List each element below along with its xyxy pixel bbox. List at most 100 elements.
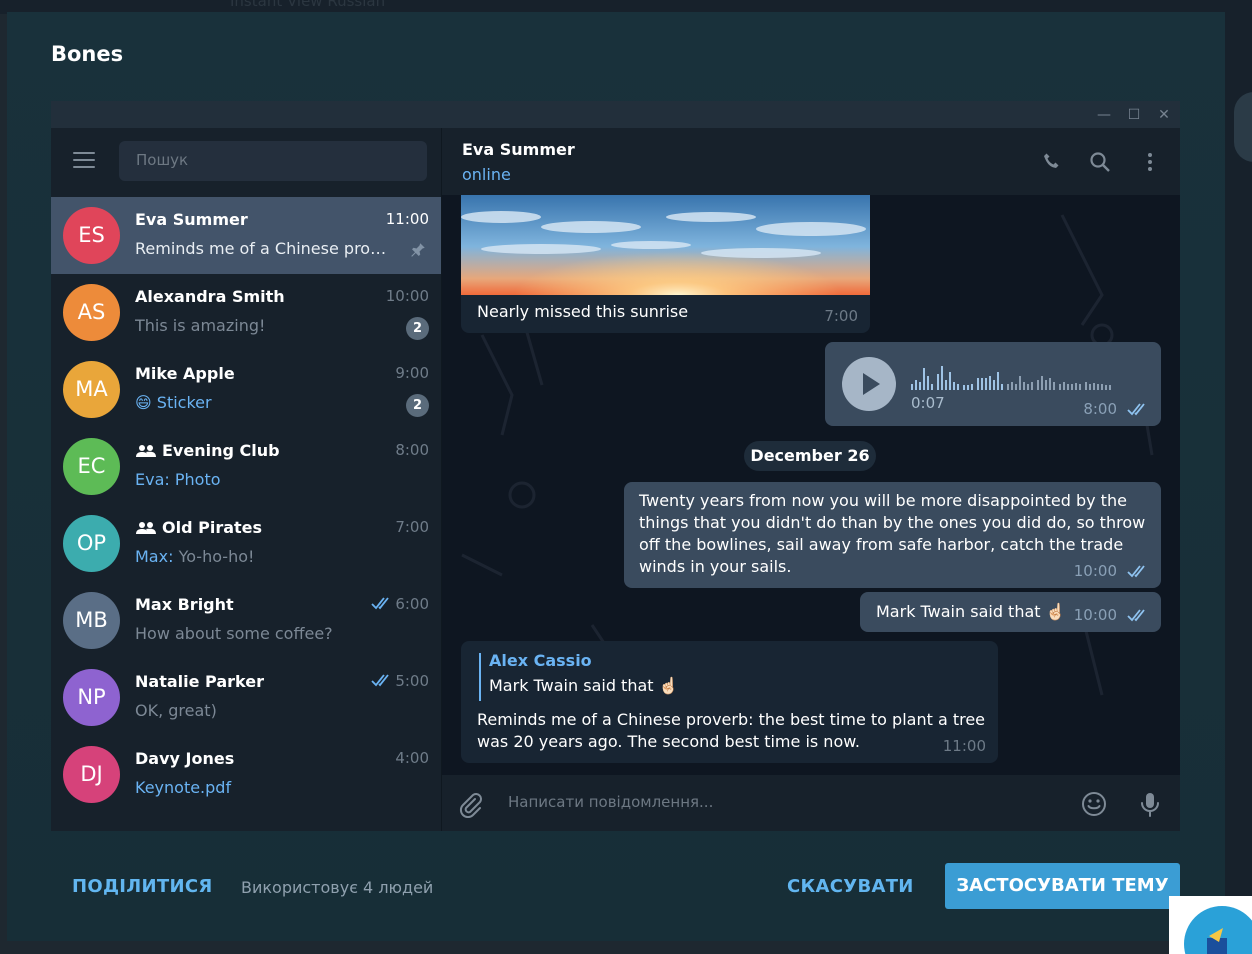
background-ghost-text: Instant View Russian	[230, 0, 386, 10]
chat-item-eva-summer[interactable]: ES Eva Summer 11:00 Reminds me of a Chin…	[51, 197, 441, 274]
avatar: NP	[63, 669, 120, 726]
close-icon[interactable]: ✕	[1154, 105, 1174, 125]
chat-item-old-pirates[interactable]: OP Old Pirates 7:00 Max: Yo-ho-ho!	[51, 505, 441, 582]
chat-name-text: Old Pirates	[162, 518, 263, 537]
chat-item-evening-club[interactable]: EC Evening Club 8:00 Eva: Photo	[51, 428, 441, 505]
chat-name: Eva Summer	[135, 210, 248, 229]
chat-preview: 😄 Sticker	[135, 393, 395, 412]
message-time: 10:00	[1073, 562, 1117, 580]
message-time: 7:00	[824, 307, 858, 325]
phone-icon[interactable]	[1040, 150, 1064, 174]
message-time: 8:00	[1083, 400, 1117, 418]
double-check-icon	[1127, 565, 1145, 578]
voice-duration: 0:07	[911, 394, 945, 412]
search-icon[interactable]	[1088, 150, 1112, 174]
telegram-logo-icon	[1184, 906, 1252, 954]
voice-waveform	[911, 366, 1111, 390]
chat-item-max-bright[interactable]: MB Max Bright 6:00 How about some coffee…	[51, 582, 441, 659]
chat-item-natalie-parker[interactable]: NP Natalie Parker 5:00 OK, great)	[51, 659, 441, 736]
chat-name: Evening Club	[135, 441, 280, 460]
play-icon	[863, 373, 880, 395]
chat-name: Old Pirates	[135, 518, 262, 537]
unread-badge: 2	[406, 394, 429, 417]
chat-preview: Max: Yo-ho-ho!	[135, 547, 395, 566]
photo-message[interactable]: Nearly missed this sunrise 7:00	[461, 195, 870, 333]
chat-name: Natalie Parker	[135, 672, 264, 691]
chat-time: 7:00	[395, 518, 429, 536]
search-placeholder: Пошук	[136, 151, 189, 169]
usage-text: Використовує 4 людей	[241, 878, 434, 897]
attach-icon[interactable]	[456, 790, 484, 818]
chat-item-davy-jones[interactable]: DJ Davy Jones 4:00 Keynote.pdf	[51, 736, 441, 813]
message-time: 10:00	[1073, 606, 1117, 624]
double-check-icon	[371, 597, 389, 610]
chat-title: Eva Summer	[462, 140, 575, 159]
chat-item-alexandra-smith[interactable]: AS Alexandra Smith 10:00 This is amazing…	[51, 274, 441, 351]
share-button[interactable]: ПОДІЛИТИСЯ	[72, 876, 213, 897]
apply-theme-button[interactable]: ЗАСТОСУВАТИ ТЕМУ	[945, 863, 1180, 909]
background-right-edge	[1224, 0, 1252, 954]
avatar: OP	[63, 515, 120, 572]
reply-message[interactable]: Alex Cassio Mark Twain said that ☝🏻 Remi…	[461, 641, 998, 763]
text-message[interactable]: Mark Twain said that ☝🏻 10:00	[860, 592, 1161, 632]
avatar: EC	[63, 438, 120, 495]
voice-message[interactable]: 0:07 8:00	[825, 342, 1161, 426]
chat-preview: This is amazing!	[135, 316, 266, 335]
more-icon[interactable]	[1138, 150, 1162, 174]
chat-time: 10:00	[385, 287, 429, 305]
date-divider: December 26	[744, 441, 876, 471]
chat-sidebar: Пошук ES Eva Summer 11:00 Reminds me of …	[51, 128, 442, 831]
avatar: DJ	[63, 746, 120, 803]
emoji-icon[interactable]	[1080, 790, 1108, 818]
double-check-icon	[1127, 609, 1145, 622]
chat-item-mike-apple[interactable]: MA Mike Apple 9:00 😄 Sticker 2	[51, 351, 441, 428]
chat-preview-text: Sticker	[156, 393, 212, 412]
unread-badge: 2	[406, 317, 429, 340]
chat-preview-sender: Max:	[135, 547, 174, 566]
avatar: MB	[63, 592, 120, 649]
chat-time: 8:00	[395, 441, 429, 459]
double-check-icon	[1127, 403, 1145, 416]
maximize-icon[interactable]: ☐	[1124, 105, 1144, 125]
double-check-icon	[371, 674, 389, 687]
minimize-icon[interactable]: —	[1094, 105, 1114, 125]
message-composer: Написати повідомлення...	[442, 775, 1180, 831]
emoji-icon: 😄	[135, 393, 152, 412]
chat-status: online	[462, 165, 511, 184]
chat-time: 6:00	[395, 595, 429, 613]
theme-preview-dialog: Bones — ☐ ✕ Пошук ES Eva Summer 11:00 Re…	[7, 12, 1225, 941]
chat-time: 11:00	[385, 210, 429, 228]
search-input[interactable]: Пошук	[119, 141, 427, 181]
chat-name: Mike Apple	[135, 364, 235, 383]
avatar: ES	[63, 207, 120, 264]
corner-thumbnail	[1169, 896, 1252, 954]
avatar: AS	[63, 284, 120, 341]
text-message[interactable]: Twenty years from now you will be more d…	[624, 482, 1161, 588]
dialog-title: Bones	[51, 42, 124, 66]
reply-author: Alex Cassio	[489, 651, 592, 670]
chat-name-text: Evening Club	[162, 441, 280, 460]
group-icon	[136, 522, 156, 534]
group-icon	[136, 445, 156, 457]
menu-icon[interactable]	[73, 152, 95, 168]
chat-header: Eva Summer online	[442, 128, 1180, 195]
mic-icon[interactable]	[1136, 790, 1164, 818]
chat-name: Max Bright	[135, 595, 234, 614]
photo-caption: Nearly missed this sunrise	[477, 302, 689, 321]
cancel-button[interactable]: СКАСУВАТИ	[787, 876, 914, 897]
chat-pane: Eva Summer online Nearly missed this sun…	[442, 128, 1180, 831]
chat-preview-text: Yo-ho-ho!	[178, 547, 255, 566]
chat-preview: Eva: Photo	[135, 470, 221, 489]
chat-time: 4:00	[395, 749, 429, 767]
message-input[interactable]: Написати повідомлення...	[508, 793, 713, 811]
chat-name: Davy Jones	[135, 749, 235, 768]
play-button[interactable]	[842, 357, 896, 411]
message-text: Mark Twain said that ☝🏻	[876, 602, 1066, 621]
message-time: 11:00	[942, 737, 986, 755]
window-titlebar: — ☐ ✕	[51, 101, 1180, 128]
theme-preview-window: — ☐ ✕ Пошук ES Eva Summer 11:00 Reminds …	[51, 101, 1180, 831]
background-avatar	[1234, 92, 1252, 162]
chat-preview: Reminds me of a Chinese proverb: the bes…	[135, 239, 387, 258]
message-area: Nearly missed this sunrise 7:00 0:07 8:0…	[442, 195, 1180, 774]
chat-time: 9:00	[395, 364, 429, 382]
